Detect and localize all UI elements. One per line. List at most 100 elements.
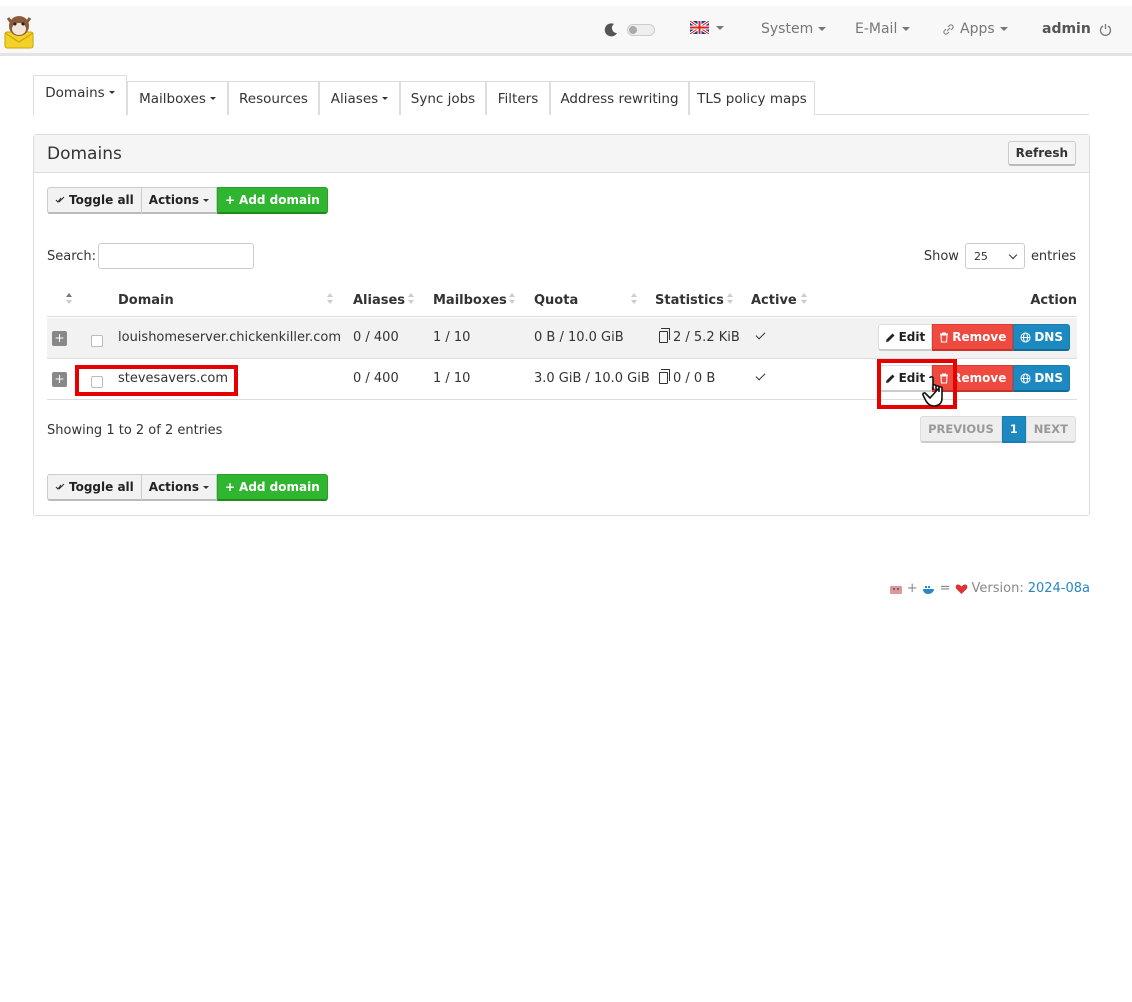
tab-tls-policy-maps[interactable]: TLS policy maps: [689, 81, 815, 115]
tab-mailboxes[interactable]: Mailboxes: [127, 81, 228, 115]
toggle-all-label: Toggle all: [69, 480, 134, 494]
statistics-cell: 0 / 0 B: [659, 369, 715, 386]
dark-mode-toggle[interactable]: [603, 22, 655, 38]
sort-icon[interactable]: [631, 293, 637, 305]
sort-icon[interactable]: [727, 293, 733, 305]
col-statistics[interactable]: Statistics: [655, 293, 724, 308]
tab-resources[interactable]: Resources: [228, 81, 319, 115]
toggle-switch[interactable]: [627, 24, 655, 36]
row-actions: Edit Remove DNS: [877, 324, 1070, 351]
chevron-down-icon: [202, 485, 209, 489]
tab-resources-label: Resources: [239, 90, 308, 107]
chevron-down-icon: [818, 27, 827, 31]
domains-panel: Domains Refresh Toggle all Actions + Add…: [33, 134, 1090, 516]
toggle-all-label: Toggle all: [69, 193, 134, 207]
add-domain-button[interactable]: + Add domain: [216, 187, 328, 214]
documents-icon: [659, 328, 670, 343]
domain-name: stevesavers.com: [118, 371, 229, 386]
col-active[interactable]: Active: [751, 293, 797, 308]
plus-sign: +: [906, 581, 918, 596]
page-size-value: 25: [973, 249, 988, 263]
toolbar-bottom: Toggle all Actions + Add domain: [47, 474, 328, 501]
row-checkbox[interactable]: [91, 335, 103, 347]
expand-row-button[interactable]: +: [52, 372, 67, 387]
domain-name: louishomeserver.chickenkiller.com: [118, 330, 341, 345]
row-checkbox[interactable]: [91, 376, 103, 388]
show-label: Show: [923, 248, 959, 264]
expand-row-button[interactable]: +: [52, 331, 67, 346]
globe-icon: [1020, 332, 1031, 342]
remove-button[interactable]: Remove: [932, 324, 1014, 351]
page-size-select[interactable]: 25: [964, 243, 1025, 269]
sort-icon[interactable]: [801, 293, 807, 305]
language-menu[interactable]: [690, 21, 724, 34]
checkmark-icon: [755, 370, 766, 381]
add-domain-label: Add domain: [239, 193, 320, 207]
edit-button[interactable]: Edit: [877, 324, 933, 351]
pencil-icon: [885, 374, 895, 383]
panel-title: Domains: [47, 144, 122, 164]
toolbar-top: Toggle all Actions + Add domain: [47, 187, 328, 214]
col-domain[interactable]: Domain: [118, 293, 174, 308]
sort-icon[interactable]: [509, 293, 515, 305]
pagination-summary: Showing 1 to 2 of 2 entries: [47, 423, 223, 438]
chevron-down-icon: [1008, 250, 1018, 259]
chevron-down-icon: [108, 91, 115, 94]
toggle-all-button[interactable]: Toggle all: [47, 187, 142, 214]
toggle-all-button[interactable]: Toggle all: [47, 474, 142, 501]
next-page-button[interactable]: NEXT: [1025, 416, 1076, 443]
version-label: Version:: [971, 581, 1024, 596]
tab-aliases-label: Aliases: [330, 90, 379, 107]
nav-system[interactable]: System: [761, 21, 827, 37]
tab-aliases[interactable]: Aliases: [319, 81, 400, 115]
sort-icon[interactable]: [408, 293, 414, 305]
cow-logo-icon[interactable]: [2, 12, 36, 50]
documents-icon: [659, 369, 670, 384]
dns-button[interactable]: DNS: [1013, 365, 1070, 392]
pencil-icon: [885, 333, 895, 342]
actions-dropdown[interactable]: Actions: [141, 474, 217, 501]
col-aliases[interactable]: Aliases: [353, 293, 405, 308]
tab-mailboxes-label: Mailboxes: [139, 90, 206, 107]
user-menu[interactable]: admin: [1042, 21, 1112, 37]
sort-icon[interactable]: [66, 293, 72, 305]
statistics-value: 2 / 5.2 KiB: [673, 330, 740, 345]
tab-tls-policy-maps-label: TLS policy maps: [697, 90, 807, 107]
link-icon: [943, 23, 954, 35]
nav-email[interactable]: E-Mail: [855, 21, 911, 37]
tab-sync-jobs[interactable]: Sync jobs: [400, 81, 486, 115]
remove-label: Remove: [952, 371, 1007, 385]
chevron-down-icon: [382, 97, 389, 100]
add-domain-button[interactable]: + Add domain: [216, 474, 328, 501]
version-link[interactable]: 2024-08a: [1028, 581, 1090, 596]
search-input[interactable]: [98, 243, 254, 269]
tab-address-rewriting[interactable]: Address rewriting: [550, 81, 689, 115]
power-icon[interactable]: [1099, 23, 1112, 36]
col-quota[interactable]: Quota: [534, 293, 578, 308]
docker-whale-icon: [922, 585, 934, 594]
sort-icon[interactable]: [327, 293, 333, 305]
actions-dropdown[interactable]: Actions: [141, 187, 217, 214]
dns-button[interactable]: DNS: [1013, 324, 1070, 351]
refresh-button[interactable]: Refresh: [1007, 141, 1076, 166]
quota-value: 0 B / 10.0 GiB: [534, 330, 624, 345]
quota-value: 3.0 GiB / 10.0 GiB: [534, 371, 650, 386]
table-row: + louishomeserver.chickenkiller.com 0 / …: [47, 318, 1077, 359]
col-action: Action: [1030, 293, 1077, 308]
tab-domains[interactable]: Domains: [33, 75, 127, 116]
hand-cursor-icon: [922, 376, 943, 407]
nav-apps-label: Apps: [960, 21, 995, 37]
nav-apps[interactable]: Apps: [942, 21, 1008, 37]
tab-filters[interactable]: Filters: [486, 81, 550, 115]
mailboxes-count: 1 / 10: [433, 371, 471, 386]
actions-label: Actions: [148, 193, 199, 207]
trash-icon: [940, 331, 949, 343]
equals-sign: =: [939, 581, 951, 596]
previous-page-button[interactable]: PREVIOUS: [920, 416, 1002, 443]
page-button-current[interactable]: 1: [1001, 416, 1026, 443]
col-mailboxes[interactable]: Mailboxes: [433, 293, 507, 308]
dns-label: DNS: [1034, 371, 1063, 385]
chevron-down-icon: [716, 25, 724, 30]
row-actions: Edit Remove DNS: [877, 365, 1070, 392]
pagination: PREVIOUS 1 NEXT: [920, 416, 1076, 443]
